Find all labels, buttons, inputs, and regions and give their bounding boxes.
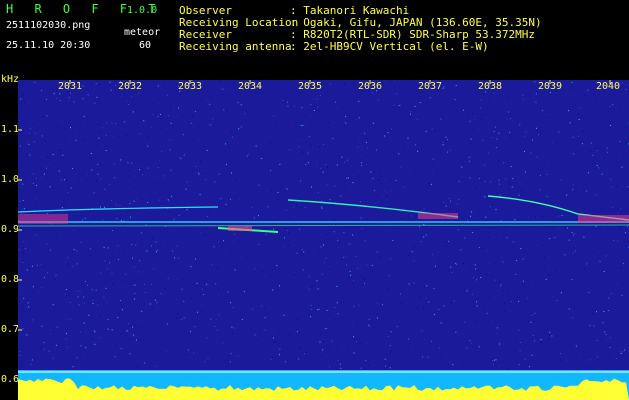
antenna-value: : 2el-HB9CV Vertical (el. E-W) <box>290 40 489 53</box>
y-unit-label: kHz <box>1 74 20 85</box>
y-tick-label: 0.9 <box>1 224 20 235</box>
file-datetime: 25.11.10 20:30 <box>6 40 91 51</box>
meteor-label: meteor <box>124 27 161 38</box>
x-tick-label: 2035 <box>298 81 323 92</box>
file-name: 2511102030.png <box>6 20 91 31</box>
hroft-window: H R O F F T 1.0.0 2511102030.png 25.11.1… <box>0 0 629 400</box>
y-tick-label: 1.1 <box>1 124 20 135</box>
x-tick-label: 2040 <box>596 81 621 92</box>
x-tick-label: 2037 <box>418 81 443 92</box>
x-tick-label: 2034 <box>238 81 263 92</box>
x-tick-label: 2036 <box>358 81 383 92</box>
y-tick-label: 0.8 <box>1 274 20 285</box>
x-tick-label: 2038 <box>478 81 503 92</box>
x-tick-label: 2039 <box>538 81 563 92</box>
y-tick-label: 0.6 <box>1 374 20 385</box>
x-tick-label: 2033 <box>178 81 203 92</box>
antenna-label: Receiving antenna <box>179 40 292 53</box>
y-tick-label: 0.7 <box>1 324 20 335</box>
app-version: 1.0.0 <box>127 5 158 16</box>
y-tick-label: 1.0 <box>1 174 20 185</box>
meteor-count: 60 <box>139 40 152 51</box>
spectrogram-plot <box>18 80 629 400</box>
x-tick-label: 2031 <box>58 81 83 92</box>
x-tick-label: 2032 <box>118 81 143 92</box>
